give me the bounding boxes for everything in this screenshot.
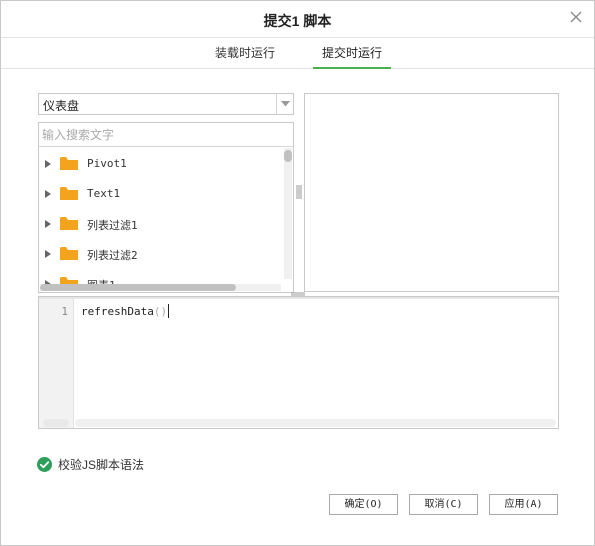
caret-right-icon[interactable]	[44, 189, 52, 199]
scrollbar-thumb[interactable]	[284, 150, 292, 162]
tree-item[interactable]: Text1	[39, 179, 285, 209]
code-text: refreshData	[81, 305, 154, 318]
line-number-gutter: 1	[39, 299, 74, 428]
check-circle-icon[interactable]	[37, 456, 52, 472]
tree-item[interactable]: Pivot1	[39, 149, 285, 179]
tab-bar: 装载时运行 提交时运行	[1, 39, 594, 69]
tree-horizontal-scrollbar[interactable]	[40, 284, 281, 291]
script-editor[interactable]: 1 refreshData()	[38, 296, 559, 429]
validate-label: 校验JS脚本语法	[58, 457, 145, 472]
caret-right-icon[interactable]	[44, 159, 52, 169]
tree-vertical-scrollbar[interactable]	[284, 148, 292, 279]
script-dialog: 提交1 脚本 装载时运行 提交时运行 仪表盘 Pivot1	[0, 0, 595, 546]
search-box	[39, 123, 293, 147]
selector-arrow[interactable]	[276, 94, 293, 114]
folder-icon	[60, 247, 78, 260]
tab-on-load[interactable]: 装载时运行	[206, 39, 284, 69]
scrollbar-thumb[interactable]	[40, 284, 236, 291]
close-button[interactable]	[568, 9, 584, 25]
tree-item-label: 列表过滤2	[87, 249, 138, 262]
vertical-splitter-handle[interactable]	[296, 185, 302, 199]
caret-right-icon[interactable]	[44, 249, 52, 259]
code-parens: ()	[153, 305, 168, 318]
selector-value: 仪表盘	[43, 99, 80, 113]
component-tree: Pivot1 Text1 列表过滤1 列表过滤2 图表1	[38, 122, 294, 293]
component-selector[interactable]: 仪表盘	[38, 93, 294, 115]
apply-button[interactable]: 应用(A)	[489, 494, 558, 515]
ok-button[interactable]: 确定(O)	[329, 494, 398, 515]
search-input[interactable]	[42, 126, 282, 143]
folder-icon	[60, 157, 78, 170]
chevron-down-icon	[280, 101, 290, 107]
code-line[interactable]: refreshData()	[81, 304, 170, 318]
gutter-scroll-corner	[43, 419, 69, 427]
tab-on-submit[interactable]: 提交时运行	[313, 39, 391, 69]
dialog-title: 提交1 脚本	[263, 13, 332, 29]
tree-item[interactable]: 列表过滤1	[39, 209, 285, 239]
folder-icon	[60, 187, 78, 200]
tree-item-label: 列表过滤1	[87, 219, 138, 232]
tree-item-label: Text1	[87, 187, 121, 200]
function-panel	[304, 93, 559, 292]
line-number: 1	[61, 305, 68, 318]
close-icon	[570, 11, 582, 23]
tree-item-label: Pivot1	[87, 157, 127, 170]
caret-right-icon[interactable]	[44, 219, 52, 229]
title-bar: 提交1 脚本	[1, 1, 594, 38]
editor-top-border	[39, 297, 558, 299]
cancel-button[interactable]: 取消(C)	[409, 494, 478, 515]
tree-item[interactable]: 列表过滤2	[39, 239, 285, 269]
editor-horizontal-scrollbar[interactable]	[75, 419, 556, 427]
text-cursor	[168, 304, 170, 318]
validate-option[interactable]: 校验JS脚本语法	[37, 455, 144, 473]
folder-icon	[60, 217, 78, 230]
